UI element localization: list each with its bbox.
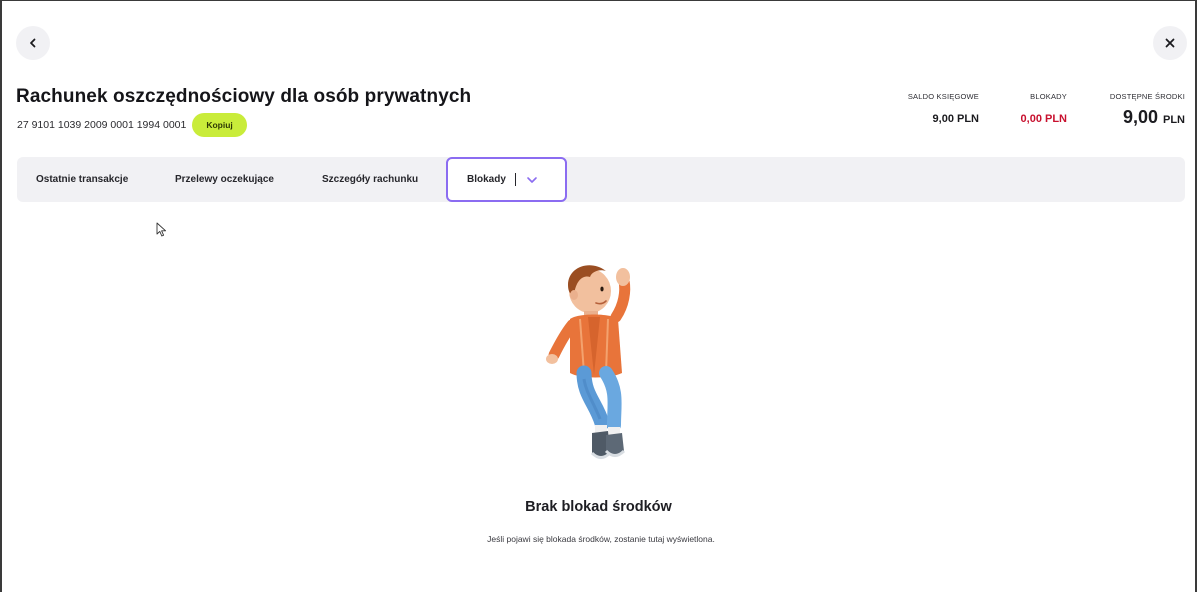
tab-account-details[interactable]: Szczegóły rachunku [322,157,418,202]
tab-recent-transactions[interactable]: Ostatnie transakcje [36,157,128,202]
account-tabs: Ostatnie transakcje Przelewy oczekujące … [17,157,1185,202]
chevron-down-icon [527,176,537,183]
tab-pending-transfers[interactable]: Przelewy oczekujące [175,157,274,202]
close-icon [1165,38,1175,48]
person-calling-illustration [546,265,631,459]
close-button[interactable] [1153,26,1187,60]
blokady-label: BLOKADY [1030,92,1067,101]
copy-button[interactable]: Kopiuj [192,113,247,137]
tab-blocks[interactable]: Blokady [446,157,567,202]
tab-divider [514,173,516,186]
saldo-label: SALDO KSIĘGOWE [907,92,979,101]
available-amount: 9,00 [1122,107,1158,127]
chevron-left-icon [30,38,36,48]
empty-state-description: Jeśli pojawi się blokada środków, zostan… [487,534,715,544]
account-number-row: 27 9101 1039 2009 0001 1994 0001 Kopiuj [17,113,247,137]
account-title: Rachunek oszczędnościowy dla osób prywat… [16,86,472,107]
account-number: 27 9101 1039 2009 0001 1994 0001 [17,119,187,131]
blokady-value: 0,00 PLN [1020,113,1067,125]
saldo-balance: SALDO KSIĘGOWE 9,00 PLN [908,92,979,125]
mouse-cursor-icon [156,222,167,237]
available-currency: PLN [1163,114,1185,126]
tab-blocks-label: Blokady [467,174,506,185]
blokady-balance: BLOKADY 0,00 PLN [1021,92,1067,125]
available-balance: DOSTĘPNE ŚRODKI 9,00 PLN [1110,92,1185,128]
available-value: 9,00 PLN [1110,107,1185,128]
available-label: DOSTĘPNE ŚRODKI [1109,92,1185,101]
saldo-value: 9,00 PLN [932,113,979,125]
empty-state-title: Brak blokad środków [525,499,672,515]
back-button[interactable] [16,26,50,60]
